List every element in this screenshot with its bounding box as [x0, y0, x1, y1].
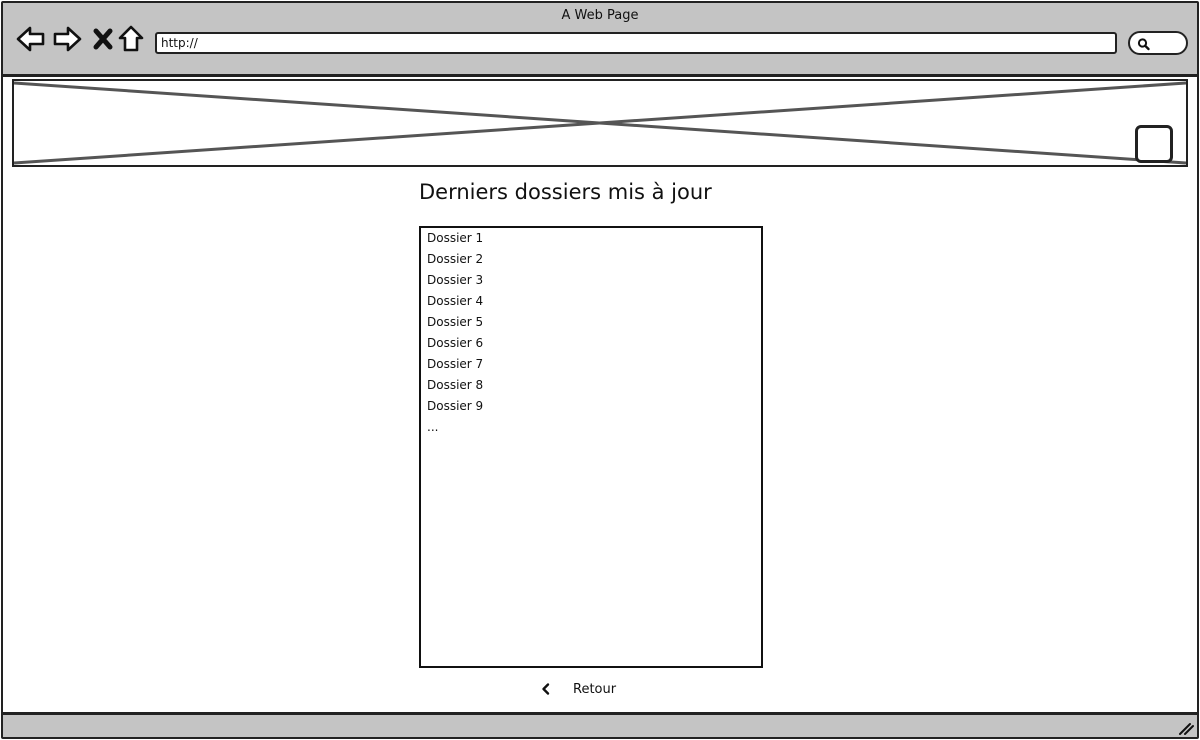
page-title: Derniers dossiers mis à jour [419, 180, 712, 204]
folder-item[interactable]: Dossier 9 [427, 399, 483, 413]
back-arrow-icon[interactable] [15, 23, 47, 55]
home-icon[interactable] [115, 23, 147, 55]
back-button-label: Retour [573, 681, 617, 697]
folder-item[interactable]: Dossier 2 [427, 252, 483, 266]
image-placeholder-icon [14, 81, 1186, 165]
folder-item-ellipsis: ... [427, 420, 439, 434]
folder-item[interactable]: Dossier 3 [427, 273, 483, 287]
folder-list[interactable]: Dossier 1 Dossier 2 Dossier 3 Dossier 4 … [419, 226, 763, 668]
window-title: A Web Page [561, 8, 639, 23]
search-field[interactable] [1128, 31, 1188, 55]
status-bar [3, 712, 1197, 737]
folder-item[interactable]: Dossier 4 [427, 294, 483, 308]
forward-arrow-icon[interactable] [51, 23, 83, 55]
url-field[interactable]: http:// [155, 32, 1117, 54]
folder-item[interactable]: Dossier 1 [427, 231, 483, 245]
folder-item[interactable]: Dossier 7 [427, 357, 483, 371]
search-icon [1137, 38, 1150, 51]
resize-grip-icon[interactable] [1178, 721, 1194, 735]
folder-item[interactable]: Dossier 8 [427, 378, 483, 392]
banner-image-placeholder [12, 79, 1188, 167]
folder-item[interactable]: Dossier 5 [427, 315, 483, 329]
chevron-left-icon [542, 683, 550, 695]
browser-window: A Web Page http:// Derniers dossiers mis… [1, 1, 1199, 739]
browser-toolbar: A Web Page http:// [3, 3, 1197, 77]
folder-item[interactable]: Dossier 6 [427, 336, 483, 350]
banner-button[interactable] [1135, 125, 1173, 163]
back-button[interactable]: Retour [539, 679, 616, 699]
